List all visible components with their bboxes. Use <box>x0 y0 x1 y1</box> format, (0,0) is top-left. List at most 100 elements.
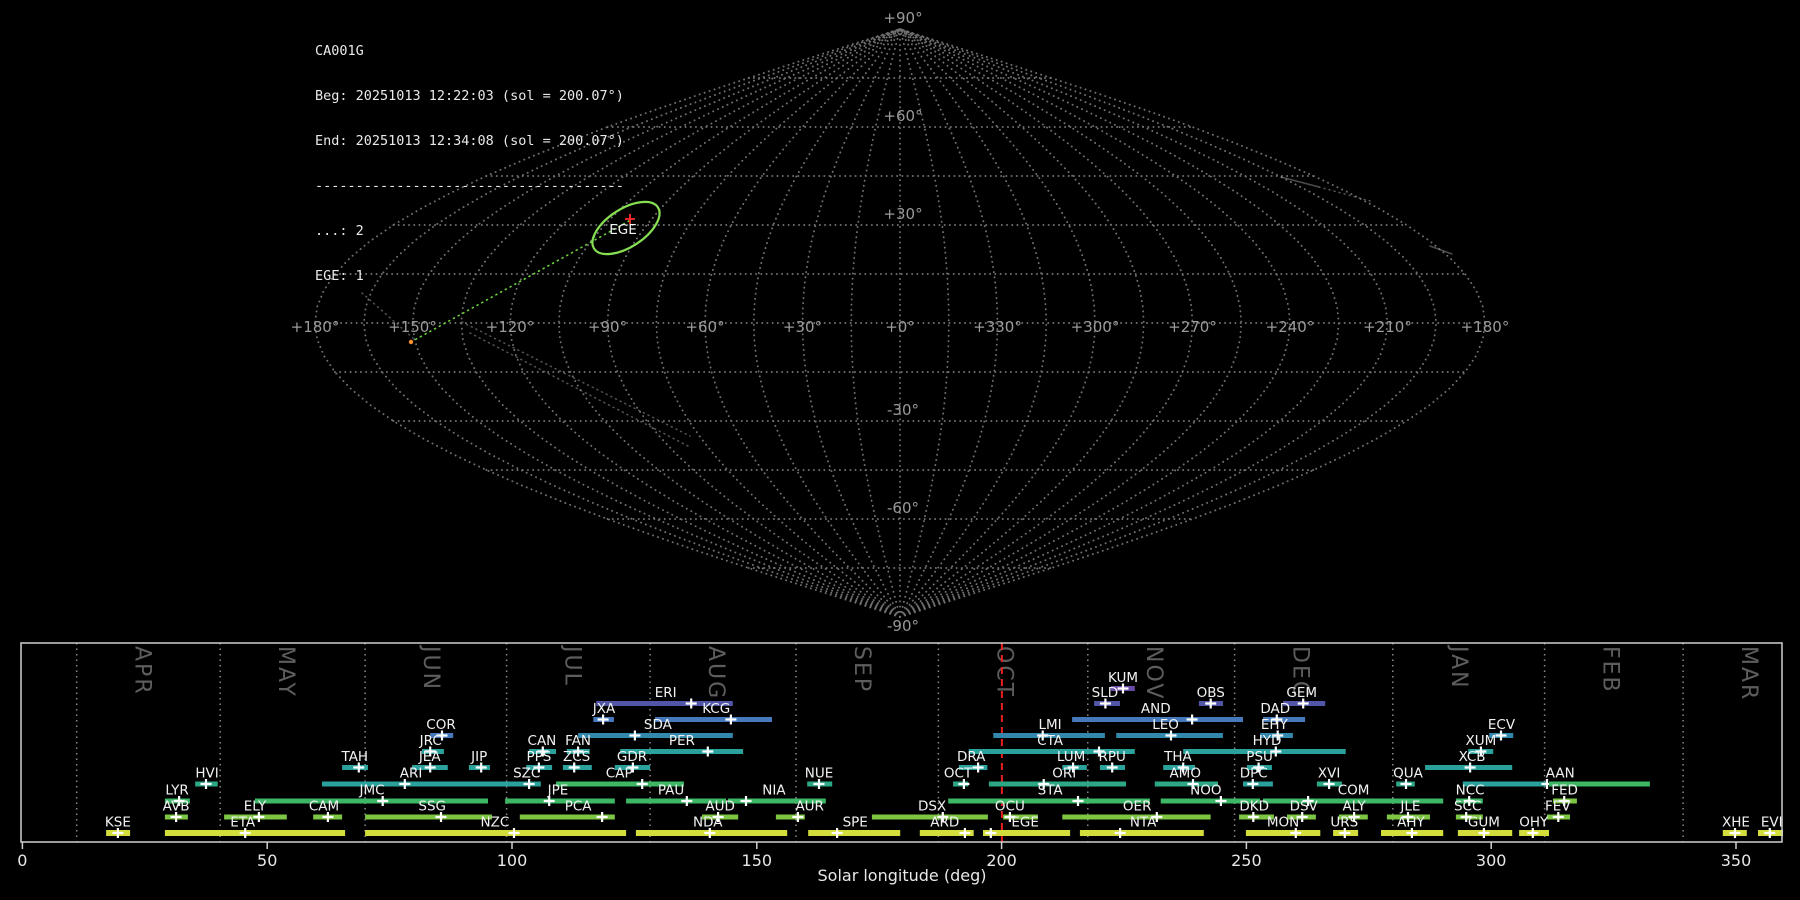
shower-label: COR <box>426 717 455 733</box>
x-axis-title: Solar longitude (deg) <box>818 866 987 885</box>
shower-label: JMC <box>358 783 384 799</box>
shower-label: OHY <box>1519 815 1549 831</box>
shower-label: ORI <box>1052 766 1076 782</box>
shower-label: PSU <box>1246 749 1273 765</box>
shower-label: LMI <box>1039 717 1062 733</box>
x-tick-label: 0 <box>17 851 27 870</box>
shower-label: DSX <box>918 799 946 815</box>
shower-label: JIP <box>470 749 487 765</box>
shower-label: THA <box>1163 749 1192 765</box>
shower-label: AMO <box>1169 766 1201 782</box>
shower-label: JEA <box>418 749 442 765</box>
begin-time-line: Beg: 20251013 12:22:03 (sol = 200.07°) <box>315 88 624 104</box>
shower-label: ALY <box>1342 799 1366 815</box>
activity-timeline: APR MAY JUN JUL AUG SEP OCT NOV DEC JAN FEB MARKUME… <box>17 642 1783 885</box>
month-label: AUG <box>703 646 728 700</box>
lon-label: +0° <box>885 318 915 336</box>
shower-label: EGE <box>1011 815 1039 831</box>
shower-label: AVB <box>163 799 190 815</box>
x-tick-label: 350 <box>1721 851 1752 870</box>
month-label: JAN <box>1446 644 1471 690</box>
shower-label: XVI <box>1318 766 1340 782</box>
shower-label: GEM <box>1286 685 1317 701</box>
shower-label: URS <box>1330 815 1358 831</box>
month-label: JUL <box>560 644 585 687</box>
shower-label: KUM <box>1108 670 1138 686</box>
shower-label: HYD <box>1253 733 1282 749</box>
shower-peak-marker <box>685 698 697 709</box>
shower-peak-marker <box>596 812 608 822</box>
month-label: SEP <box>849 646 874 693</box>
x-tick-label: 250 <box>1231 851 1262 870</box>
month-label: FEB <box>1598 646 1623 694</box>
lon-label-row: +180° +150° +120° +90° +60° +30° +0° +330° +300°… <box>291 318 1510 336</box>
shower-label: ARD <box>930 815 959 831</box>
shower-label: AUD <box>705 799 735 815</box>
shower-label: LEO <box>1152 717 1179 733</box>
shower-label: ERI <box>655 685 677 701</box>
lon-label: +120° <box>486 318 535 336</box>
lon-label: +60° <box>685 318 724 336</box>
shower-label: AAN <box>1546 766 1575 782</box>
sporadic-trail-segment <box>1429 245 1453 255</box>
lon-label: +90° <box>588 318 627 336</box>
shower-label: CAN <box>528 733 557 749</box>
month-label: MAR <box>1736 646 1761 701</box>
shower-label: AHY <box>1397 815 1425 831</box>
month-label: MAY <box>273 646 298 698</box>
shower-label: OCU <box>995 799 1025 815</box>
month-label: OCT <box>991 646 1016 698</box>
sporadic-trail-dotted <box>1318 186 1371 202</box>
month-label: JUN <box>418 644 443 691</box>
shower-label: PPS <box>526 749 551 765</box>
shower-label: NZC <box>481 815 510 831</box>
shower-bar-nzc <box>365 830 627 836</box>
shower-label: OBS <box>1197 685 1225 701</box>
sporadic-trail-segment <box>1280 176 1320 188</box>
shower-label: DSV <box>1290 799 1319 815</box>
shower-label: QUA <box>1393 766 1424 782</box>
lat-label: -30° <box>887 401 919 419</box>
shower-label: NDA <box>693 815 723 831</box>
shower-bar-jmc <box>255 798 488 804</box>
lon-label: +240° <box>1266 318 1315 336</box>
shower-label: JLE <box>1399 799 1420 815</box>
month-label: APR <box>130 646 155 696</box>
shower-bar-mon <box>1245 830 1321 836</box>
shower-label: DRA <box>957 749 986 765</box>
shower-peak-marker <box>629 730 641 741</box>
shower-peak-marker <box>636 779 648 789</box>
shower-label: DKD <box>1239 799 1269 815</box>
shower-bar-szc <box>505 781 541 787</box>
shower-label: GDR <box>617 749 647 765</box>
shower-label: SCC <box>1454 799 1481 815</box>
shower-label: SSG <box>418 799 446 815</box>
sporadic-trail-dotted <box>469 332 689 447</box>
shower-label: GUM <box>1468 815 1500 831</box>
plot-canvas: +180° +150° +120° +90° +60° +30° +0° +330° +300°… <box>17 9 1783 885</box>
observation-header: CA001G Beg: 20251013 12:22:03 (sol = 200… <box>315 14 624 314</box>
x-tick-label: 300 <box>1476 851 1507 870</box>
x-tick-label: 200 <box>986 851 1017 870</box>
shower-label: ARI <box>400 766 423 782</box>
shower-label: SZC <box>513 766 540 782</box>
x-tick-label: 150 <box>742 851 773 870</box>
shower-peak-marker <box>1114 828 1126 838</box>
lon-label: +180° <box>291 318 340 336</box>
shower-label: ETA <box>230 815 256 831</box>
shower-label: PER <box>669 733 695 749</box>
radiant-plot-screenshot: +180° +150° +120° +90° +60° +30° +0° +330° +300°… <box>0 0 1800 900</box>
lat-label: +90° <box>883 9 922 27</box>
shower-label: NIA <box>762 783 786 799</box>
end-time-line: End: 20251013 12:34:08 (sol = 200.07°) <box>315 133 624 149</box>
shower-label: CTA <box>1037 733 1064 749</box>
shower-peak-marker <box>740 796 752 806</box>
header-separator: -------------------------------------- <box>315 178 624 194</box>
shower-label: HVI <box>195 766 218 782</box>
shower-label: PAU <box>658 783 684 799</box>
shower-label: PCA <box>565 799 593 815</box>
shower-label: NTA <box>1130 815 1157 831</box>
shower-label: NOO <box>1190 783 1221 799</box>
shower-label: ELY <box>244 799 267 815</box>
shower-label: KSE <box>105 815 131 831</box>
